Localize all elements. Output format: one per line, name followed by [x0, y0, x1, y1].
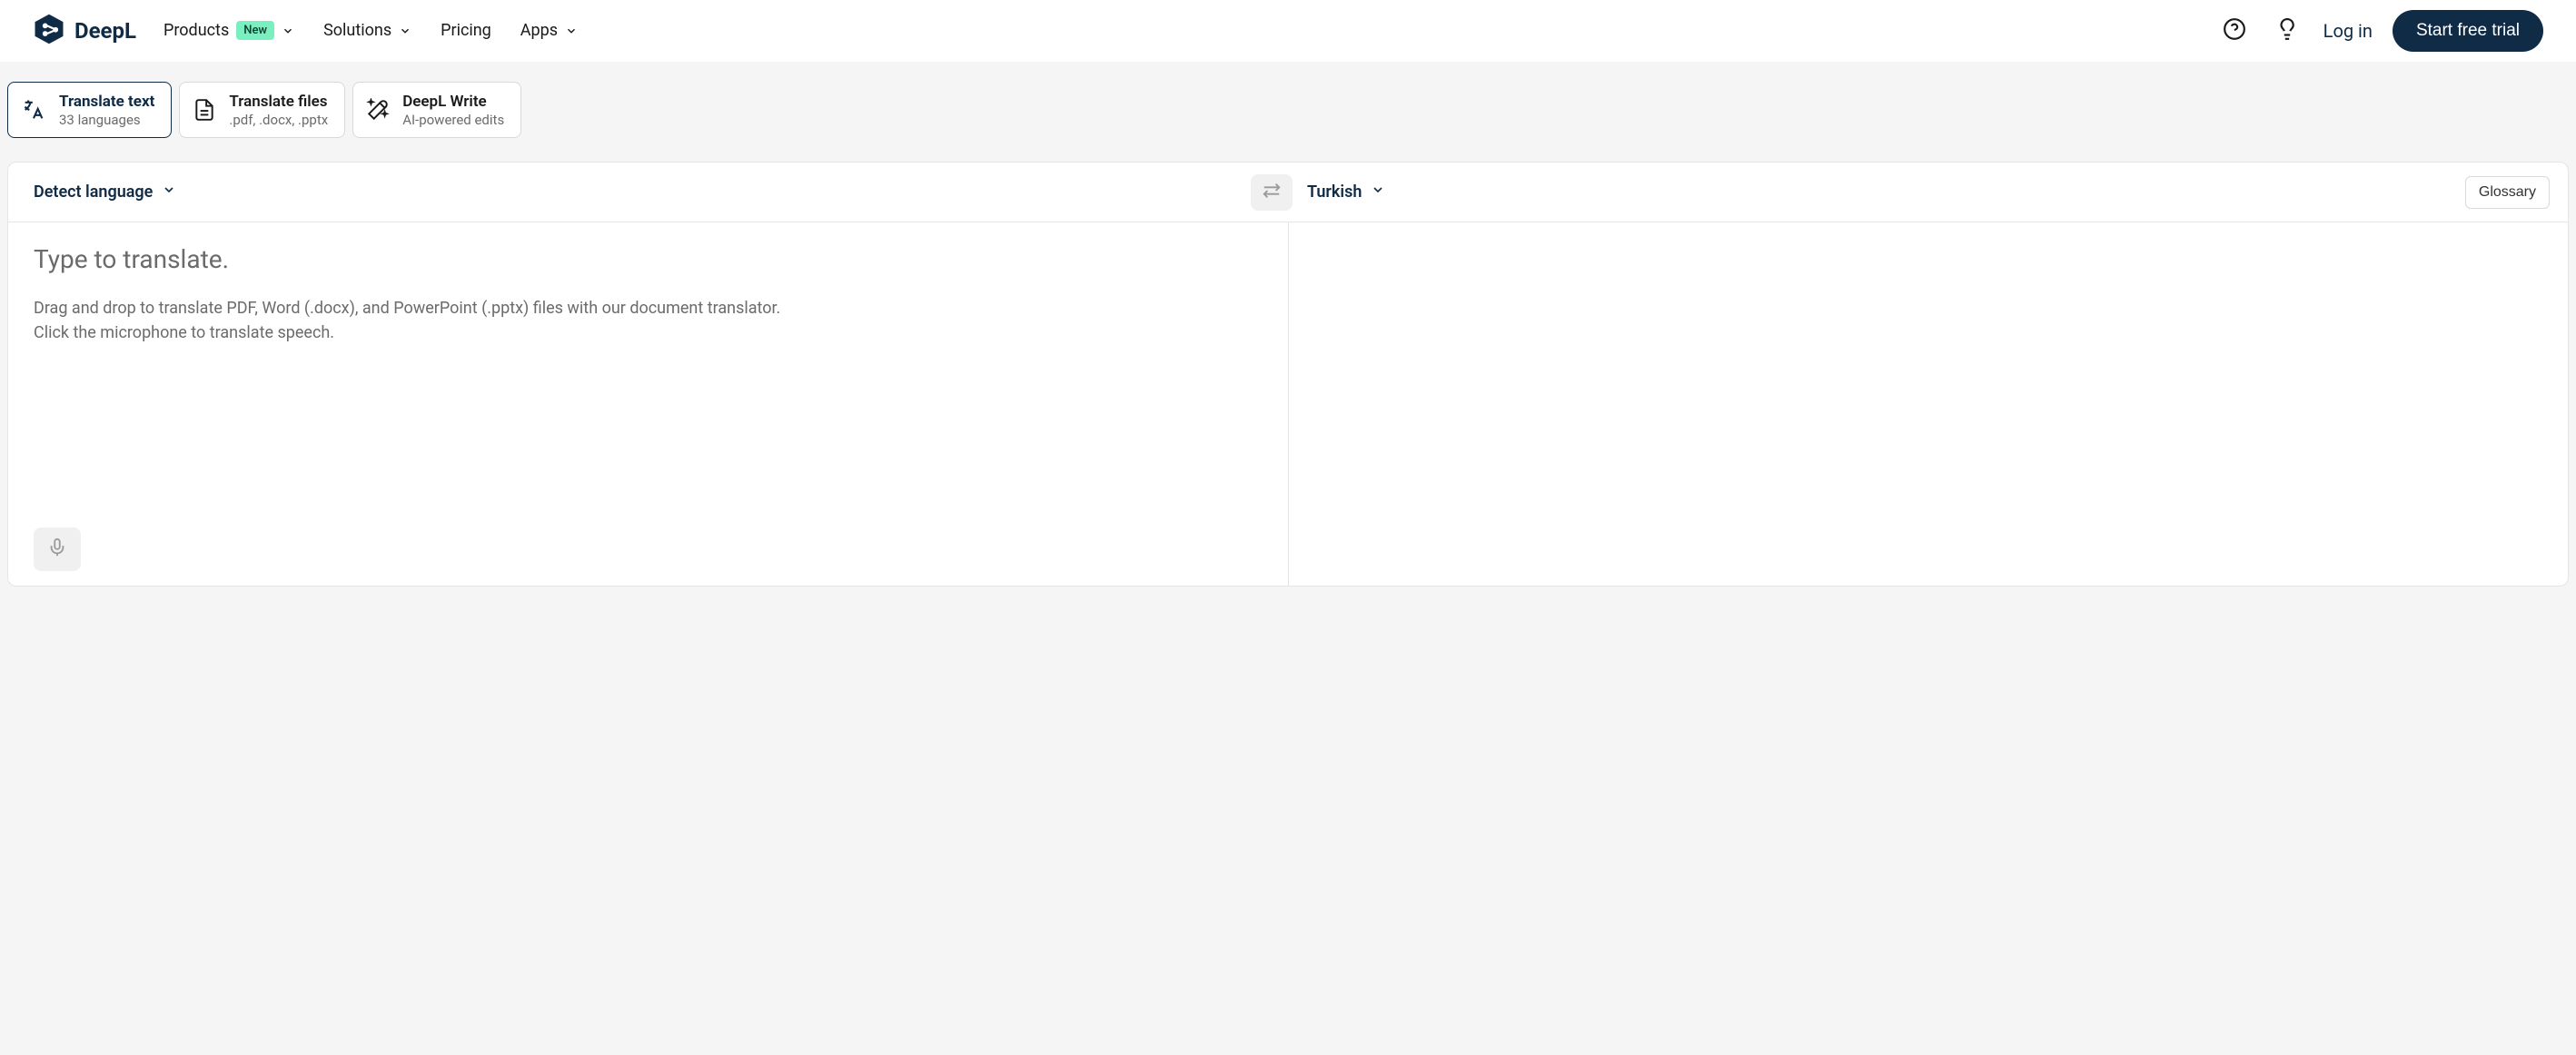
- content-area: Translate text 33 languages Translate fi…: [0, 62, 2576, 587]
- nav-pricing[interactable]: Pricing: [441, 21, 491, 40]
- source-language-selector[interactable]: Detect language: [8, 182, 1251, 202]
- tab-title: DeepL Write: [402, 93, 504, 111]
- target-lang-area: Turkish Glossary: [1307, 176, 2568, 209]
- tab-translate-files[interactable]: Translate files .pdf, .docx, .pptx: [179, 82, 345, 138]
- tab-title: Translate text: [59, 93, 154, 111]
- help-button[interactable]: [2218, 15, 2251, 47]
- nav-products[interactable]: Products New: [163, 21, 294, 40]
- microphone-icon: [47, 537, 67, 561]
- nav-solutions[interactable]: Solutions: [323, 21, 411, 40]
- main-nav: Products New Solutions Pricing Apps: [163, 21, 578, 40]
- nav-pricing-label: Pricing: [441, 21, 491, 40]
- nav-apps[interactable]: Apps: [520, 21, 578, 40]
- translator-body: Type to translate. Drag and drop to tran…: [8, 222, 2568, 586]
- logo-text: DeepL: [74, 18, 136, 44]
- translator-header: Detect language Turkish: [8, 163, 2568, 222]
- tab-subtitle: AI-powered edits: [402, 112, 504, 128]
- header-left: DeepL Products New Solutions Pricing App…: [33, 13, 578, 49]
- target-text-panel: [1289, 222, 2569, 586]
- hint-line-2: Click the microphone to translate speech…: [34, 320, 1263, 345]
- tab-translate-text[interactable]: Translate text 33 languages: [7, 82, 172, 138]
- target-language-label: Turkish: [1307, 182, 1362, 202]
- tab-deepl-write[interactable]: DeepL Write AI-powered edits: [352, 82, 521, 138]
- tab-subtitle: .pdf, .docx, .pptx: [229, 112, 328, 128]
- chevron-down-icon: [282, 25, 294, 37]
- tab-text-group: Translate text 33 languages: [59, 93, 154, 128]
- translate-text-icon: [21, 97, 46, 123]
- source-lang-area: Detect language: [8, 182, 1251, 202]
- chevron-down-icon: [1371, 182, 1385, 202]
- tab-text-group: DeepL Write AI-powered edits: [402, 93, 504, 128]
- nav-apps-label: Apps: [520, 21, 558, 40]
- tab-text-group: Translate files .pdf, .docx, .pptx: [229, 93, 328, 128]
- chevron-down-icon: [399, 25, 411, 37]
- source-text-panel[interactable]: Type to translate. Drag and drop to tran…: [8, 222, 1289, 586]
- glossary-button[interactable]: Glossary: [2465, 176, 2550, 209]
- badge-new: New: [236, 21, 274, 40]
- chevron-down-icon: [162, 182, 176, 202]
- logo[interactable]: DeepL: [33, 13, 136, 49]
- target-language-selector[interactable]: Turkish: [1307, 182, 1411, 202]
- microphone-button[interactable]: [34, 528, 81, 571]
- lightbulb-icon: [2275, 17, 2299, 44]
- start-free-trial-button[interactable]: Start free trial: [2393, 10, 2543, 52]
- login-link[interactable]: Log in: [2323, 20, 2373, 42]
- tab-subtitle: 33 languages: [59, 112, 154, 128]
- help-icon: [2223, 17, 2246, 44]
- hint-line-1: Drag and drop to translate PDF, Word (.d…: [34, 296, 1263, 320]
- idea-button[interactable]: [2271, 15, 2304, 47]
- translator-panel: Detect language Turkish: [7, 162, 2569, 587]
- mode-tabs: Translate text 33 languages Translate fi…: [7, 82, 2569, 138]
- nav-products-label: Products: [163, 21, 229, 40]
- nav-solutions-label: Solutions: [323, 21, 391, 40]
- source-placeholder: Type to translate.: [34, 244, 1263, 274]
- magic-wand-icon: [366, 98, 390, 122]
- swap-icon: [1262, 181, 1282, 204]
- logo-icon: [33, 13, 65, 49]
- chevron-down-icon: [565, 25, 578, 37]
- site-header: DeepL Products New Solutions Pricing App…: [0, 0, 2576, 62]
- tab-title: Translate files: [229, 93, 328, 111]
- header-right: Log in Start free trial: [2218, 10, 2543, 52]
- hint-text: Drag and drop to translate PDF, Word (.d…: [34, 296, 1263, 345]
- swap-languages-button[interactable]: [1251, 174, 1293, 211]
- file-icon: [193, 98, 216, 122]
- source-language-label: Detect language: [34, 182, 153, 202]
